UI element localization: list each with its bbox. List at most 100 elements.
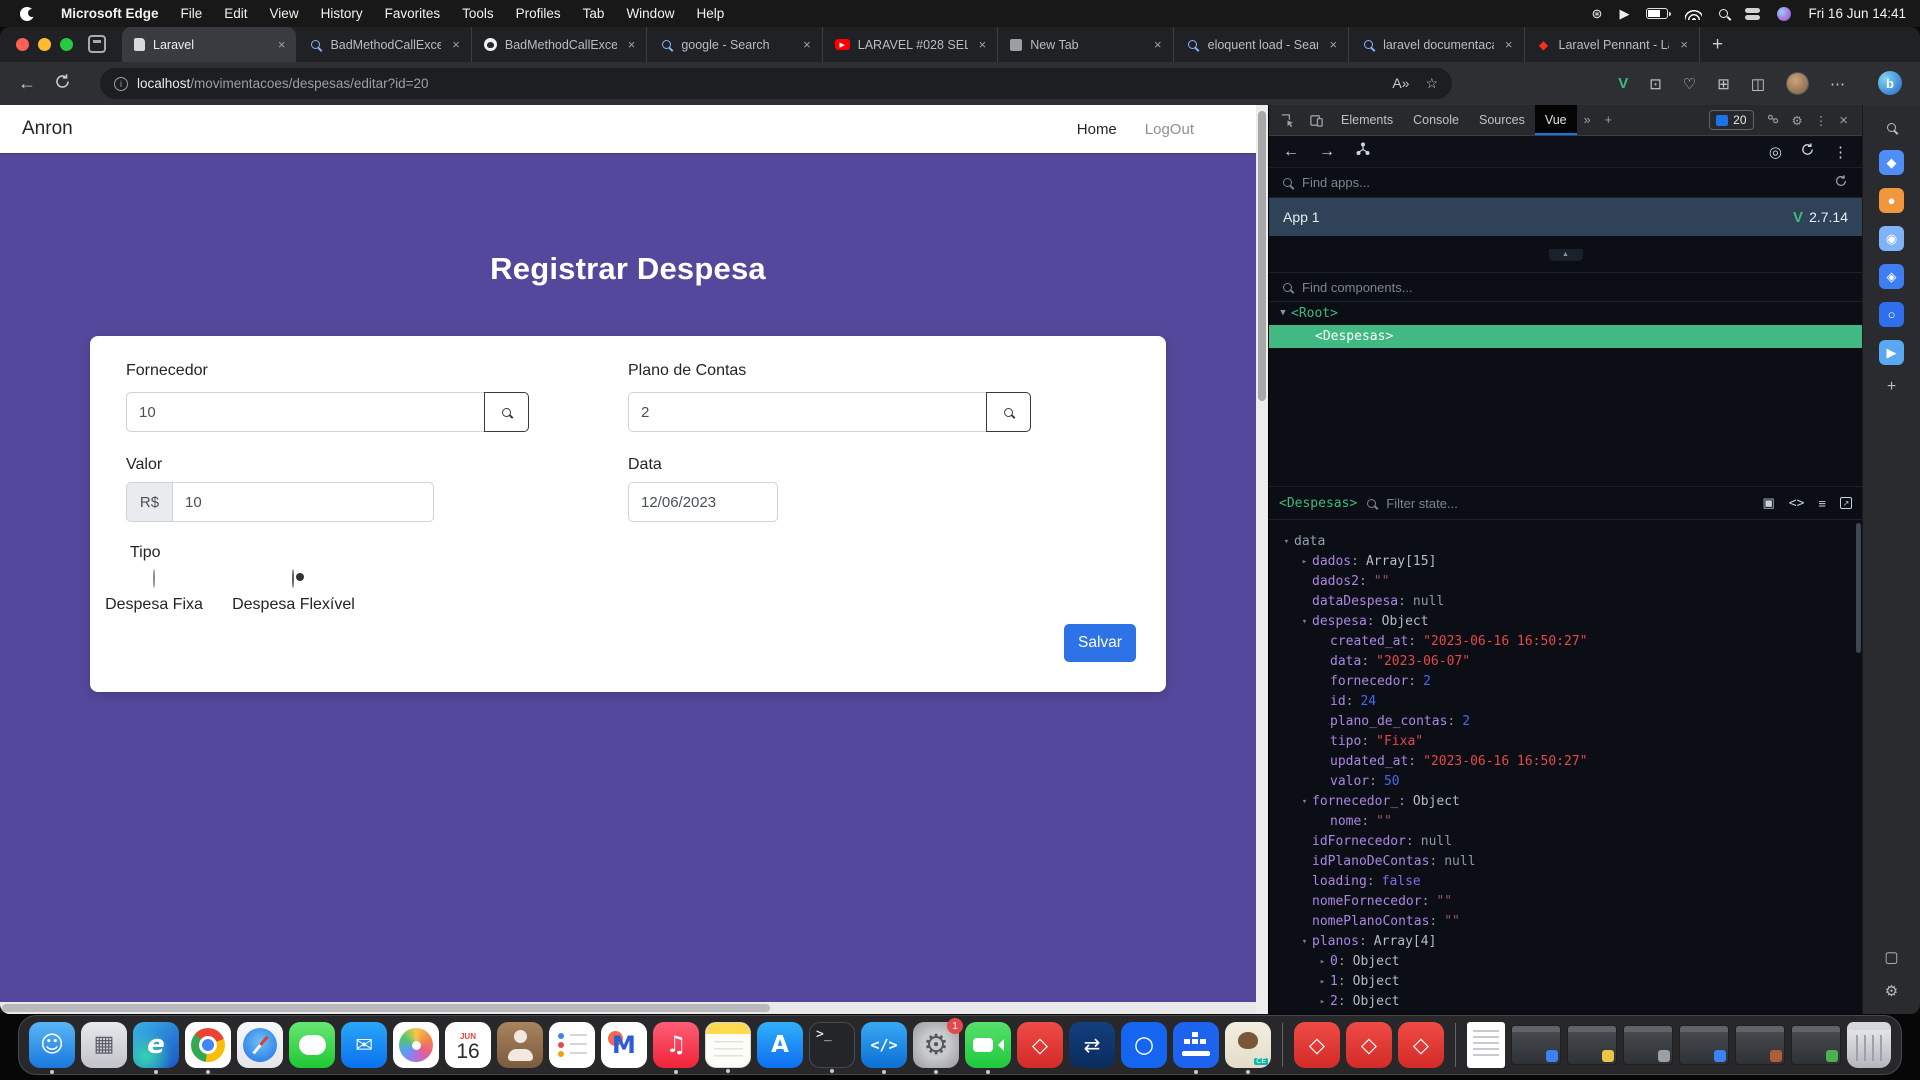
dock-icon-facetime[interactable] [965,1022,1011,1068]
expand-list-icon[interactable]: ≡ [1818,496,1826,511]
sidebar-settings-icon[interactable]: ⚙ [1885,982,1898,1000]
radio-despesa-fixa[interactable]: Despesa Fixa [94,570,214,614]
browser-tab-4[interactable]: google - Search× [647,27,822,62]
devtools-tab-console[interactable]: Console [1403,105,1469,135]
state-scrollbar-thumb[interactable] [1856,523,1861,653]
menubar-item-tab[interactable]: Tab [572,6,616,21]
component-hierarchy-icon[interactable] [1355,141,1371,162]
issues-badge[interactable]: 20 [1709,110,1753,130]
tree-arrow-icon[interactable]: ▾ [1297,612,1312,632]
dock-icon-blue-circle-app[interactable]: ○ [1121,1022,1167,1068]
inspect-element-icon[interactable] [1273,105,1302,135]
state-row[interactable]: ▸dados:Array[15] [1269,552,1862,572]
state-row[interactable]: nomeFornecedor:"" [1269,892,1862,912]
dock-icon-red-diamond-recent-3[interactable]: ◇ [1398,1022,1444,1068]
menubar-item-window[interactable]: Window [615,6,685,21]
horizontal-scrollbar-thumb[interactable] [2,1004,770,1012]
browser-tab-3[interactable]: BadMethodCallExcept× [472,27,647,62]
control-center-icon[interactable] [1745,8,1760,20]
save-button[interactable]: Salvar [1064,624,1136,662]
dock-icon-reminders[interactable] [549,1022,595,1068]
browser-tab-1[interactable]: Laravel× [122,27,296,62]
dock-icon-mail[interactable]: ✉ [341,1022,387,1068]
nav-link-logout[interactable]: LogOut [1145,121,1194,138]
sidebar-drop-icon[interactable]: ◈ [1879,264,1904,289]
valor-input[interactable] [172,482,434,522]
dock-icon-system-settings[interactable]: ⚙1 [913,1022,959,1068]
dock-icon-trash[interactable] [1847,1022,1891,1068]
site-info-icon[interactable]: i [114,77,128,91]
devtools-tab-elements[interactable]: Elements [1331,105,1403,135]
menubar-item-history[interactable]: History [310,6,374,21]
add-tab-icon[interactable]: + [1598,105,1619,135]
copilot-icon[interactable]: b [1878,71,1902,95]
state-row[interactable]: valor:50 [1269,772,1862,792]
inspect-dom-icon[interactable]: ▣ [1762,495,1774,511]
menubar-item-microsoft-edge[interactable]: Microsoft Edge [50,6,170,21]
dock-icon-minimized-window-3[interactable] [1623,1025,1673,1065]
state-row[interactable]: ▸1:Object [1269,972,1862,992]
dock-icon-contacts[interactable] [497,1022,543,1068]
site-brand[interactable]: Anron [22,118,73,140]
browser-tab-9[interactable]: ◆Laravel Pennant - Lara× [1525,27,1700,62]
back-button[interactable]: ← [18,73,36,94]
dock-icon-messages[interactable] [289,1022,335,1068]
tree-arrow-icon[interactable]: ▾ [1279,532,1294,552]
hand-status-icon[interactable]: ⊛ [1592,6,1603,22]
state-row[interactable]: ▾planos:Array[4] [1269,932,1862,952]
dock-icon-minimized-window-2[interactable] [1567,1025,1617,1065]
state-row[interactable]: ▾data [1269,532,1862,552]
menubar-item-help[interactable]: Help [685,6,735,21]
dock-icon-minimized-document[interactable] [1467,1022,1505,1068]
address-bar[interactable]: i localhost/movimentacoes/despesas/edita… [100,68,1452,99]
tab-close-icon[interactable]: × [1502,37,1516,52]
state-row[interactable]: plano_de_contas:2 [1269,712,1862,732]
dock-icon-minimized-window-6[interactable] [1791,1025,1841,1065]
state-row[interactable]: data:"2023-06-07" [1269,652,1862,672]
menubar-clock[interactable]: Fri 16 Jun 14:41 [1808,6,1906,21]
radio-button[interactable] [153,569,155,588]
plano-de-contas-input[interactable] [628,392,986,432]
dock-icon-app-store[interactable]: A [757,1022,803,1068]
sidebar-search-icon[interactable] [1887,119,1896,137]
tab-close-icon[interactable]: × [625,37,639,52]
vue-refresh-icon[interactable] [1800,142,1815,161]
dock-icon-vscode[interactable]: </> [861,1022,907,1068]
state-row[interactable]: ▾despesa:Object [1269,612,1862,632]
vue-app-row[interactable]: App 1 V 2.7.14 [1269,198,1862,236]
dock-icon-teamviewer[interactable]: ⇄ [1069,1022,1115,1068]
select-component-target-icon[interactable]: ◎ [1769,143,1782,161]
device-toolbar-icon[interactable] [1302,105,1331,135]
state-row[interactable]: idFornecedor:null [1269,832,1862,852]
data-input[interactable] [628,482,778,522]
horizontal-scrollbar[interactable] [0,1002,1256,1014]
extensions-icon[interactable]: ⊡ [1649,75,1662,93]
browser-tab-7[interactable]: eloquent load - Searc× [1174,27,1349,62]
state-row[interactable]: dados2:"" [1269,572,1862,592]
browser-tab-2[interactable]: BadMethodCallExcept× [296,27,471,62]
tree-arrow-icon[interactable]: ▸ [1315,972,1330,992]
state-row[interactable]: ▾fornecedor_:Object [1269,792,1862,812]
siri-icon[interactable] [1777,7,1791,21]
devtools-tab-sources[interactable]: Sources [1469,105,1535,135]
vue-back-icon[interactable]: ← [1283,143,1299,161]
state-row[interactable]: id:24 [1269,692,1862,712]
tree-arrow-icon[interactable]: ▾ [1297,932,1312,952]
sidebar-add-icon[interactable]: + [1887,378,1896,396]
sidebar-basket-icon[interactable]: ● [1879,188,1904,213]
devtools-close-icon[interactable]: × [1839,112,1848,129]
devtools-tab-vue[interactable]: Vue [1535,105,1577,135]
tab-close-icon[interactable]: × [1151,37,1165,52]
sidebar-people-icon[interactable]: ◉ [1879,226,1904,251]
collapse-apps-icon[interactable]: ▲ [1549,249,1583,261]
dock-icon-red-diamond-recent-2[interactable]: ◇ [1346,1022,1392,1068]
favorite-star-icon[interactable]: ☆ [1425,75,1438,92]
reload-button[interactable] [54,73,71,95]
browser-tab-8[interactable]: laravel documentacao× [1349,27,1524,62]
state-row[interactable]: dataDespesa:null [1269,592,1862,612]
browser-tab-6[interactable]: New Tab× [998,27,1173,62]
tab-close-icon[interactable]: × [1677,37,1691,52]
dock-icon-minimized-window-1[interactable] [1511,1025,1561,1065]
radio-button[interactable] [292,569,294,588]
sidebar-panel-icon[interactable]: ▢ [1884,948,1898,966]
